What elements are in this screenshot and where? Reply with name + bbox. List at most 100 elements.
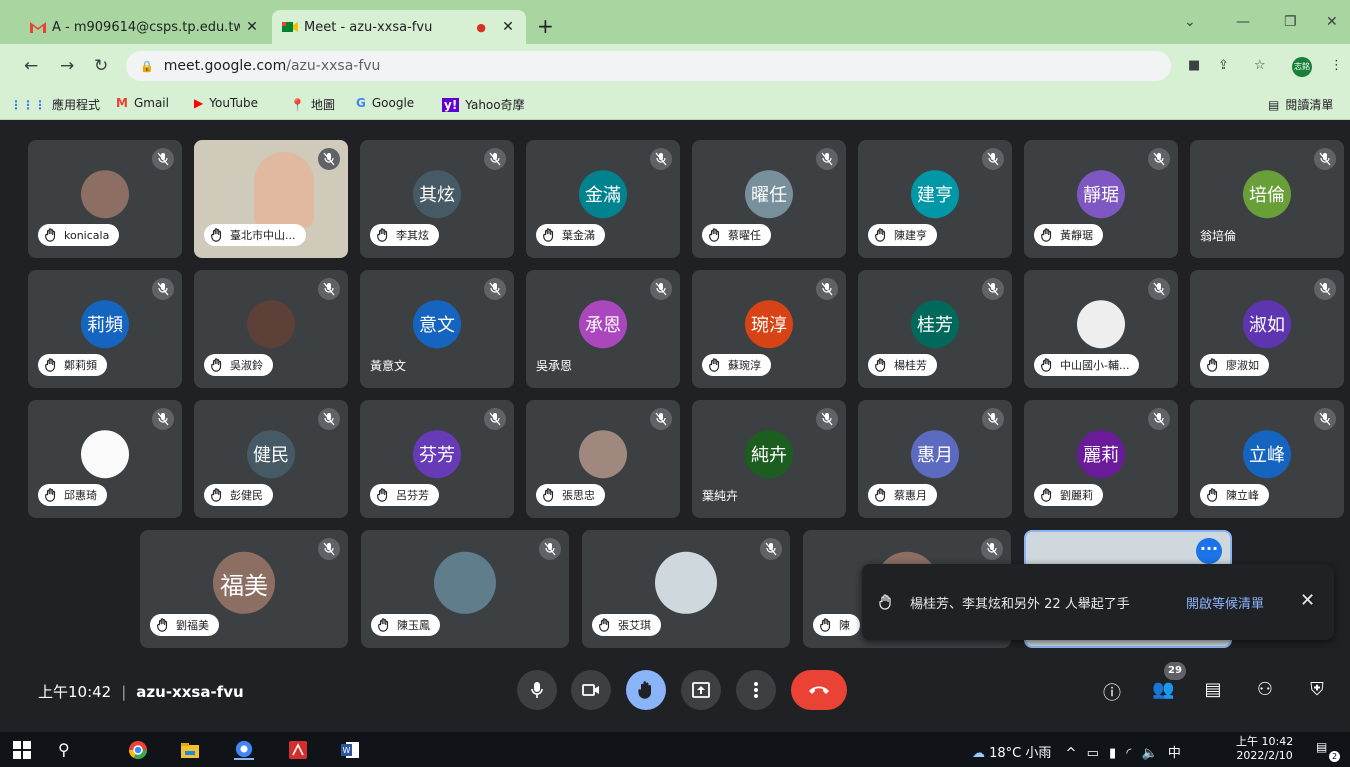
tab-search-icon[interactable]: ⌄ <box>1184 14 1196 30</box>
bookmark-apps[interactable]: ⋮⋮⋮ 應用程式 <box>10 96 100 113</box>
profile-avatar[interactable]: 志銘 <box>1292 57 1312 77</box>
mic-tray-icon[interactable]: ▮ <box>1109 746 1116 761</box>
participant-name: 葉純卉 <box>702 489 739 503</box>
participant-name: 邱惠琦 <box>64 489 97 502</box>
volume-icon[interactable]: 🔈 <box>1142 746 1158 761</box>
participant-tile[interactable]: 芬芳 呂芬芳 <box>360 400 514 518</box>
participant-tile[interactable]: 張艾琪 <box>582 530 790 648</box>
participant-tile[interactable]: 邱惠琦 <box>28 400 182 518</box>
reading-list[interactable]: ▤ 閱讀清單 <box>1268 96 1333 113</box>
chat-icon[interactable]: ▤ <box>1202 679 1224 701</box>
search-icon[interactable]: ⚲ <box>58 740 78 760</box>
meet-icon <box>282 22 298 32</box>
participant-tile[interactable]: 麗莉 劉麗莉 <box>1024 400 1178 518</box>
participant-tile[interactable]: 立峰 陳立峰 <box>1190 400 1344 518</box>
bookmark-google[interactable]: G Google <box>356 96 414 110</box>
participant-tile[interactable]: 其炫 李其炫 <box>360 140 514 258</box>
participant-tile[interactable]: 健民 彭健民 <box>194 400 348 518</box>
raised-hand-name-chip: 劉麗莉 <box>1034 484 1103 506</box>
menu-kebab-icon[interactable]: ⋮ <box>1330 58 1343 73</box>
gmail-icon: M <box>116 96 128 110</box>
participant-tile[interactable]: 曜任 蔡曜任 <box>692 140 846 258</box>
battery-icon[interactable]: ▭ <box>1087 746 1099 761</box>
new-tab-button[interactable]: + <box>537 14 554 38</box>
participant-tile[interactable]: 淑如 廖淑如 <box>1190 270 1344 388</box>
participant-tile[interactable]: 意文 黃意文 <box>360 270 514 388</box>
participant-tile[interactable]: 臺北市中山... <box>194 140 348 258</box>
meeting-time: 上午10:42 <box>38 683 112 701</box>
participant-tile[interactable]: 建亨 陳建亨 <box>858 140 1012 258</box>
bookmark-gmail[interactable]: M Gmail <box>116 96 169 110</box>
participant-tile[interactable]: konicala <box>28 140 182 258</box>
tab-close-icon[interactable]: ✕ <box>244 19 260 35</box>
tab-gmail[interactable]: A - m909614@csps.tp.edu.tw - ✕ <box>20 10 270 44</box>
file-explorer-icon[interactable] <box>180 740 200 760</box>
more-options-icon[interactable]: ··· <box>1196 538 1222 564</box>
raised-hand-name-chip: 葉金滿 <box>536 224 605 246</box>
reload-icon[interactable]: ↻ <box>94 56 108 76</box>
raised-hand-icon <box>638 681 651 699</box>
window-close-icon[interactable]: ✕ <box>1326 14 1338 30</box>
participant-tile[interactable]: 純卉 葉純卉 <box>692 400 846 518</box>
people-icon[interactable]: 👥 <box>1152 679 1174 701</box>
host-controls-icon[interactable]: ⛨ <box>1306 679 1328 701</box>
tab-close-icon[interactable]: ✕ <box>500 19 516 35</box>
raised-hand-name-chip: 蔡惠月 <box>868 484 937 506</box>
participant-tile[interactable]: 靜琚 黃靜琚 <box>1024 140 1178 258</box>
participant-tile[interactable]: 莉頻 鄭莉頻 <box>28 270 182 388</box>
system-clock[interactable]: 上午 10:42 2022/2/10 <box>1236 735 1293 763</box>
raise-hand-button[interactable] <box>626 670 666 710</box>
weather-icon[interactable]: ☁ <box>972 746 985 761</box>
weather-text[interactable]: 18°C 小雨 <box>989 746 1051 761</box>
mic-off-icon <box>816 148 838 170</box>
windows-start-icon[interactable] <box>12 740 32 760</box>
participant-photo <box>655 551 717 614</box>
activities-icon[interactable]: ⚇ <box>1254 679 1276 701</box>
more-options-button[interactable] <box>736 670 776 710</box>
bookmark-youtube[interactable]: ▶ YouTube <box>194 96 258 110</box>
participant-tile[interactable]: 琬淳 蘇琬淳 <box>692 270 846 388</box>
end-call-button[interactable] <box>791 670 847 710</box>
participant-tile[interactable]: 吳淑鈴 <box>194 270 348 388</box>
participant-tile[interactable]: 中山國小-輔... <box>1024 270 1178 388</box>
mic-off-icon <box>982 148 1004 170</box>
participant-avatar: 曜任 <box>745 170 793 219</box>
meeting-details-icon[interactable]: ⓘ <box>1101 679 1123 704</box>
pdf-reader-icon[interactable] <box>288 740 308 760</box>
bookmark-yahoo[interactable]: y! Yahoo奇摩 <box>442 96 525 113</box>
participant-name: 彭健民 <box>230 489 263 502</box>
address-bar[interactable]: 🔒 meet.google.com/azu-xxsa-fvu <box>126 51 1171 81</box>
camera-in-use-icon[interactable]: ■ <box>1188 58 1200 73</box>
chrome-icon[interactable] <box>128 740 148 760</box>
bookmark-maps[interactable]: 📍 地圖 <box>290 96 335 113</box>
bookmark-star-icon[interactable]: ☆ <box>1254 58 1266 73</box>
notifications-icon[interactable]: ▤ 2 <box>1316 740 1340 762</box>
notification-text: 楊桂芳、李其炫和另外 22 人舉起了手 <box>910 597 1130 612</box>
wifi-icon[interactable]: ◜ <box>1126 746 1131 761</box>
share-icon[interactable]: ⇪ <box>1218 58 1229 73</box>
back-icon[interactable]: ← <box>24 56 38 76</box>
participant-tile[interactable]: 福美 劉福美 <box>140 530 348 648</box>
tray-chevron-icon[interactable]: ^ <box>1066 746 1077 761</box>
participant-tile[interactable]: 承恩 吳承恩 <box>526 270 680 388</box>
participant-tile[interactable]: 陳玉鳳 <box>361 530 569 648</box>
open-queue-button[interactable]: 開啟等候清單 <box>1186 593 1264 612</box>
minimize-icon[interactable]: — <box>1236 14 1250 30</box>
tab-meet[interactable]: Meet - azu-xxsa-fvu ● ✕ <box>272 10 526 44</box>
word-icon[interactable]: W <box>340 740 360 760</box>
forward-icon[interactable]: → <box>60 56 74 76</box>
microphone-button[interactable] <box>517 670 557 710</box>
participant-tile[interactable]: 金滿 葉金滿 <box>526 140 680 258</box>
present-screen-button[interactable] <box>681 670 721 710</box>
participant-tile[interactable]: 惠月 蔡惠月 <box>858 400 1012 518</box>
mic-off-icon <box>982 278 1004 300</box>
ime-indicator[interactable]: 中 <box>1168 746 1181 761</box>
participant-video <box>254 152 314 228</box>
participant-tile[interactable]: 桂芳 楊桂芳 <box>858 270 1012 388</box>
participant-tile[interactable]: 張思忠 <box>526 400 680 518</box>
notification-close-icon[interactable]: ✕ <box>1300 590 1315 611</box>
chrome-profile-icon[interactable] <box>234 740 254 760</box>
participant-tile[interactable]: 培倫 翁培倫 <box>1190 140 1344 258</box>
restore-icon[interactable]: ❐ <box>1284 14 1297 30</box>
camera-button[interactable] <box>571 670 611 710</box>
